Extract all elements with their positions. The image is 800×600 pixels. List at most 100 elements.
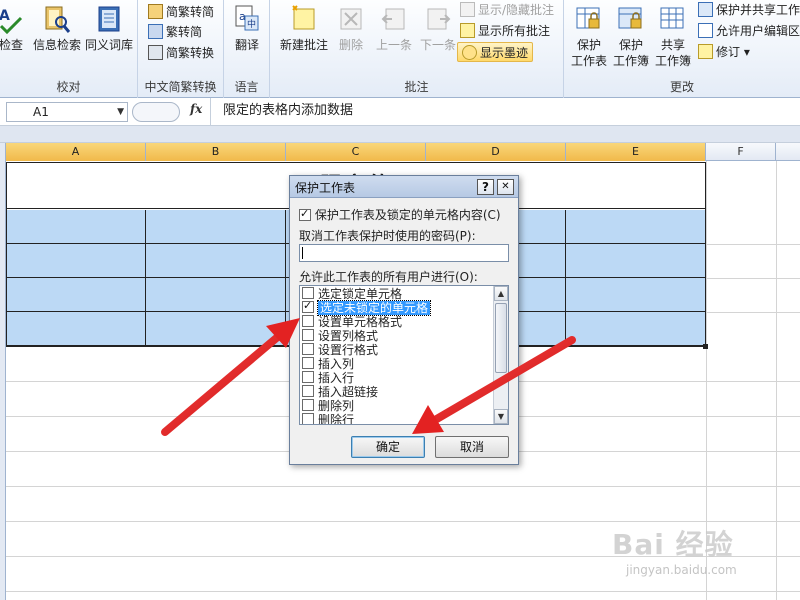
permission-checkbox[interactable] <box>302 413 314 424</box>
protect-and-share-button[interactable]: 保护并共享工作簿 <box>698 0 800 20</box>
delete-comment-icon <box>340 8 362 30</box>
formula-bar: A1 ▼ fx 限定的表格内添加数据 <box>0 98 800 126</box>
show-hide-comment-icon <box>460 2 475 17</box>
convert-char-icon <box>148 45 163 60</box>
column-header-a[interactable]: A <box>6 143 146 161</box>
to-simplified-button[interactable]: 简繁转简 <box>148 2 214 22</box>
new-comment-button[interactable]: 新建批注 <box>276 4 332 53</box>
new-comment-label: 新建批注 <box>279 38 328 52</box>
help-button[interactable]: ? <box>477 179 494 195</box>
permissions-scrollbar[interactable]: ▲ ▼ <box>493 286 508 424</box>
protect-sheet-label-1: 保护 <box>576 38 601 52</box>
permission-item[interactable]: 删除列 <box>302 399 488 413</box>
protect-workbook-button[interactable]: 保护 工作簿 <box>610 4 652 69</box>
delete-comment-label: 删除 <box>338 38 363 52</box>
previous-comment-button[interactable]: 上一条 <box>372 4 416 53</box>
thesaurus-button[interactable]: 同义词库 <box>84 4 134 53</box>
text-caret <box>302 247 303 259</box>
next-comment-icon <box>427 8 451 30</box>
convert-button[interactable]: 简繁转换 <box>148 43 214 63</box>
insert-function-icon[interactable]: fx <box>190 102 202 116</box>
share-workbook-button[interactable]: 共享 工作簿 <box>652 4 694 69</box>
show-all-comments-icon <box>460 23 475 38</box>
research-label: 信息检索 <box>32 38 81 52</box>
permissions-list[interactable]: 选定锁定单元格选定未锁定的单元格设置单元格格式设置列格式设置行格式插入列插入行插… <box>299 285 509 425</box>
show-ink-icon <box>462 45 477 60</box>
cancel-button[interactable]: 取消 <box>435 436 509 458</box>
scroll-thumb[interactable] <box>495 303 507 373</box>
permission-checkbox[interactable] <box>302 315 314 327</box>
protect-and-share-label: 保护并共享工作簿 <box>716 3 800 17</box>
close-button[interactable]: ✕ <box>497 179 514 195</box>
show-ink-button[interactable]: 显示墨迹 <box>457 42 534 62</box>
permission-checkbox[interactable] <box>302 329 314 341</box>
permission-checkbox[interactable] <box>302 299 314 313</box>
protect-contents-checkbox[interactable] <box>299 207 311 221</box>
track-changes-icon <box>698 44 713 59</box>
allow-edit-ranges-button[interactable]: 允许用户编辑区 <box>698 21 800 41</box>
formula-input[interactable]: 限定的表格内添加数据 <box>210 98 800 126</box>
protect-share-icon <box>698 2 713 17</box>
fill-handle[interactable] <box>703 344 708 349</box>
permission-checkbox[interactable] <box>302 399 314 411</box>
permission-item[interactable]: 删除行 <box>302 413 488 424</box>
permission-label: 选定未锁定的单元格 <box>316 300 432 316</box>
permission-item[interactable]: 选定未锁定的单元格 <box>302 299 488 316</box>
permission-item[interactable]: 插入列 <box>302 357 488 371</box>
delete-comment-button[interactable]: 删除 <box>332 4 370 53</box>
research-button[interactable]: 信息检索 <box>32 4 82 53</box>
permission-item[interactable]: 插入超链接 <box>302 385 488 399</box>
name-box-dropdown-icon[interactable]: ▼ <box>117 103 124 121</box>
previous-comment-label: 上一条 <box>375 38 412 52</box>
show-hide-comment-label: 显示/隐藏批注 <box>478 3 555 17</box>
traditional-to-simplified-button[interactable]: 繁转简 <box>148 22 202 42</box>
show-all-comments-label: 显示所有批注 <box>478 24 551 38</box>
permission-checkbox[interactable] <box>302 343 314 355</box>
column-header-c[interactable]: C <box>286 143 426 161</box>
allow-edit-ranges-icon <box>698 23 713 38</box>
track-changes-label: 修订 ▾ <box>716 45 750 59</box>
permission-checkbox[interactable] <box>302 357 314 369</box>
track-changes-button[interactable]: 修订 ▾ <box>698 42 750 62</box>
permission-item[interactable]: 设置单元格格式 <box>302 315 488 329</box>
thesaurus-label: 同义词库 <box>84 38 133 52</box>
permission-checkbox[interactable] <box>302 385 314 397</box>
permission-label: 插入行 <box>318 371 355 385</box>
name-box[interactable]: A1 ▼ <box>6 102 128 122</box>
permission-item[interactable]: 设置行格式 <box>302 343 488 357</box>
show-all-comments-button[interactable]: 显示所有批注 <box>460 21 550 41</box>
column-header-d[interactable]: D <box>426 143 566 161</box>
grid-line <box>6 591 800 592</box>
scroll-up-icon[interactable]: ▲ <box>494 286 508 301</box>
permission-checkbox[interactable] <box>302 287 314 299</box>
column-header-b[interactable]: B <box>146 143 286 161</box>
show-hide-comment-button[interactable]: 显示/隐藏批注 <box>460 0 554 20</box>
group-label-proofing: 校对 <box>56 80 81 94</box>
next-comment-button[interactable]: 下一条 <box>416 4 460 53</box>
protect-sheet-button[interactable]: 保护 工作表 <box>568 4 610 69</box>
simplified-char-icon <box>148 4 163 19</box>
permission-checkbox[interactable] <box>302 371 314 383</box>
traditional-to-simplified-label: 繁转简 <box>166 25 203 39</box>
traditional-char-icon <box>148 24 163 39</box>
scroll-down-icon[interactable]: ▼ <box>494 409 508 424</box>
convert-label: 简繁转换 <box>166 46 215 60</box>
formula-bar-divider-handle[interactable] <box>132 102 180 122</box>
password-input[interactable] <box>299 244 509 262</box>
permission-item[interactable]: 选定锁定单元格 <box>302 287 488 301</box>
protect-contents-checkbox-row[interactable]: 保护工作表及锁定的单元格内容(C) <box>299 206 501 223</box>
spell-check-button[interactable]: A 检查 <box>0 4 28 53</box>
permission-label: 删除列 <box>318 399 355 413</box>
translate-button[interactable]: a 中 翻译 <box>230 4 264 53</box>
permission-item[interactable]: 设置列格式 <box>302 329 488 343</box>
group-language: a 中 翻译 语言 <box>224 0 270 98</box>
translate-icon: a 中 <box>235 5 259 31</box>
spell-check-label: 检查 <box>0 38 23 52</box>
permission-item[interactable]: 插入行 <box>302 371 488 385</box>
column-header-e[interactable]: E <box>566 143 706 161</box>
column-header-f[interactable]: F <box>706 143 776 161</box>
protect-workbook-label-2: 工作簿 <box>612 54 649 68</box>
permission-label: 设置单元格格式 <box>318 315 403 329</box>
ok-button[interactable]: 确定 <box>351 436 425 458</box>
dialog-title-bar[interactable]: 保护工作表 ? ✕ <box>290 176 518 198</box>
